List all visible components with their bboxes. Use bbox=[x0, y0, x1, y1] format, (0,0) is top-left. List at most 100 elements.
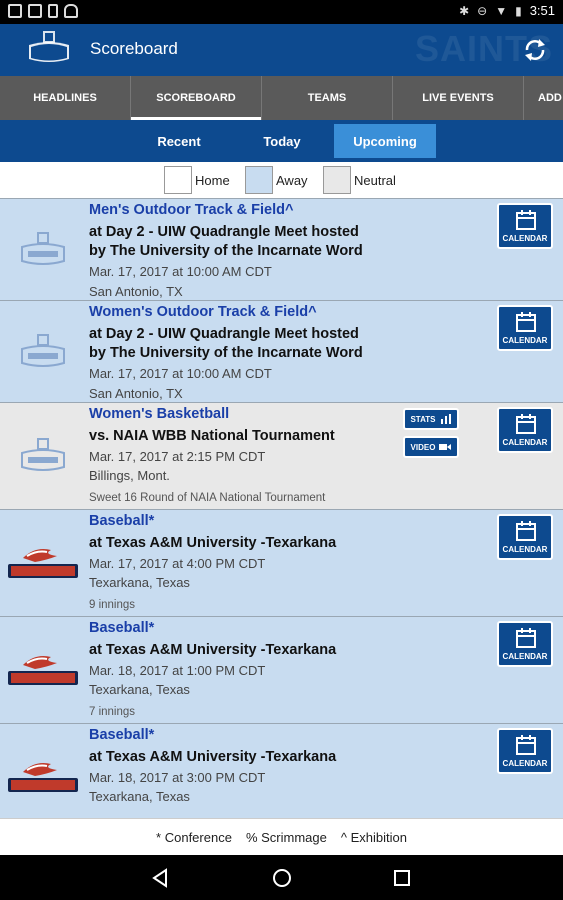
bar-chart-icon bbox=[440, 414, 451, 424]
calendar-icon bbox=[516, 414, 536, 434]
sport-name: Baseball* bbox=[89, 727, 155, 743]
saints-logo[interactable] bbox=[25, 29, 73, 69]
event-note: 7 innings bbox=[89, 706, 136, 718]
legend-home: Home bbox=[164, 166, 230, 194]
system-navigation-bar bbox=[0, 855, 563, 900]
status-bar: ✱ ⊖ ▼ ▮ 3:51 bbox=[0, 0, 563, 24]
opponent: at Texas A&M University -Texarkana bbox=[89, 749, 337, 765]
list-item[interactable]: Baseball* at Texas A&M University -Texar… bbox=[0, 723, 563, 818]
stats-button[interactable]: STATS bbox=[403, 408, 459, 430]
tab-scoreboard[interactable]: SCOREBOARD bbox=[131, 76, 262, 120]
event-datetime: Mar. 17, 2017 at 4:00 PM CDT bbox=[89, 556, 266, 571]
event-location: San Antonio, TX bbox=[89, 386, 183, 401]
calendar-icon bbox=[516, 628, 536, 648]
subtab-upcoming[interactable]: Upcoming bbox=[334, 124, 436, 158]
calendar-button[interactable]: CALENDAR bbox=[497, 305, 553, 351]
opponent: at Day 2 - UIW Quadrangle Meet hosted by… bbox=[89, 224, 363, 259]
back-icon[interactable] bbox=[150, 867, 172, 889]
home-icon[interactable] bbox=[271, 867, 293, 889]
clock: 3:51 bbox=[529, 3, 555, 18]
calendar-icon bbox=[516, 521, 536, 541]
schedule-filter-tabs: Recent Today Upcoming bbox=[0, 120, 563, 162]
calendar-label: CALENDAR bbox=[502, 545, 548, 554]
bluetooth-icon: ✱ bbox=[459, 3, 470, 18]
eagles-logo bbox=[8, 656, 78, 685]
symbol-key: * Conference % Scrimmage ^ Exhibition bbox=[0, 818, 563, 855]
event-location: Texarkana, Texas bbox=[89, 575, 190, 590]
refresh-icon[interactable] bbox=[521, 36, 549, 64]
calendar-button[interactable]: CALENDAR bbox=[497, 514, 553, 560]
calendar-button[interactable]: CALENDAR bbox=[497, 728, 553, 774]
opponent: vs. NAIA WBB National Tournament bbox=[89, 428, 335, 444]
page-title: Scoreboard bbox=[90, 39, 178, 58]
location-legend: Home Away Neutral bbox=[0, 162, 563, 198]
event-list: Men's Outdoor Track & Field^ at Day 2 - … bbox=[0, 198, 563, 818]
sport-name: Women's Outdoor Track & Field^ bbox=[89, 304, 317, 320]
legend-away: Away bbox=[245, 166, 308, 194]
calendar-button[interactable]: CALENDAR bbox=[497, 621, 553, 667]
list-item[interactable]: Baseball* at Texas A&M University -Texar… bbox=[0, 616, 563, 723]
opponent: at Day 2 - UIW Quadrangle Meet hosted by… bbox=[89, 326, 363, 361]
tab-add[interactable]: ADD bbox=[524, 76, 563, 120]
event-datetime: Mar. 18, 2017 at 1:00 PM CDT bbox=[89, 663, 266, 678]
tab-headlines[interactable]: HEADLINES bbox=[0, 76, 131, 120]
list-item[interactable]: Baseball* at Texas A&M University -Texar… bbox=[0, 509, 563, 616]
calendar-icon bbox=[516, 735, 536, 755]
sport-name: Men's Outdoor Track & Field^ bbox=[89, 202, 294, 218]
calendar-icon bbox=[516, 312, 536, 332]
sport-name: Baseball* bbox=[89, 620, 155, 636]
event-datetime: Mar. 17, 2017 at 10:00 AM CDT bbox=[89, 264, 272, 279]
stats-label: STATS bbox=[410, 414, 436, 424]
eagles-logo bbox=[8, 763, 78, 792]
event-location: Billings, Mont. bbox=[89, 468, 170, 483]
scrimmage-key: % Scrimmage bbox=[245, 829, 327, 845]
minus-circle-icon: ⊖ bbox=[477, 3, 488, 18]
event-note: 9 innings bbox=[89, 599, 136, 611]
calendar-label: CALENDAR bbox=[502, 234, 548, 243]
event-location: San Antonio, TX bbox=[89, 284, 183, 299]
calendar-button[interactable]: CALENDAR bbox=[497, 203, 553, 249]
list-item[interactable]: Women's Basketball vs. NAIA WBB National… bbox=[0, 402, 563, 509]
android-notification-icon bbox=[64, 4, 78, 18]
calendar-button[interactable]: CALENDAR bbox=[497, 407, 553, 453]
saints-logo bbox=[21, 438, 65, 471]
legend-away-label: Away bbox=[276, 172, 308, 188]
battery-icon: ▮ bbox=[515, 3, 522, 18]
exhibition-key: ^ Exhibition bbox=[340, 829, 407, 845]
saints-logo bbox=[21, 334, 65, 367]
phone-notification-icon bbox=[48, 4, 58, 18]
opponent: at Texas A&M University -Texarkana bbox=[89, 642, 337, 658]
photo-notification-icon bbox=[8, 4, 22, 18]
wifi-icon: ▼ bbox=[495, 3, 508, 18]
subtab-today[interactable]: Today bbox=[232, 124, 332, 158]
recents-icon[interactable] bbox=[391, 867, 413, 889]
tab-live-events[interactable]: LIVE EVENTS bbox=[393, 76, 524, 120]
main-tabs: HEADLINES SCOREBOARD TEAMS LIVE EVENTS A… bbox=[0, 76, 563, 120]
legend-neutral-label: Neutral bbox=[354, 172, 396, 188]
event-datetime: Mar. 17, 2017 at 10:00 AM CDT bbox=[89, 366, 272, 381]
list-item[interactable]: Women's Outdoor Track & Field^ at Day 2 … bbox=[0, 300, 563, 402]
calendar-label: CALENDAR bbox=[502, 336, 548, 345]
sport-name: Women's Basketball bbox=[89, 406, 230, 422]
list-item[interactable]: Men's Outdoor Track & Field^ at Day 2 - … bbox=[0, 198, 563, 300]
calendar-label: CALENDAR bbox=[502, 438, 548, 447]
sport-name: Baseball* bbox=[89, 513, 155, 529]
legend-neutral-swatch bbox=[323, 166, 351, 194]
keyboard-notification-icon bbox=[28, 4, 42, 18]
opponent: at Texas A&M University -Texarkana bbox=[89, 535, 337, 551]
legend-home-swatch bbox=[164, 166, 192, 194]
app-bar: Scoreboard SAINTS bbox=[0, 24, 563, 76]
calendar-icon bbox=[516, 210, 536, 230]
legend-home-label: Home bbox=[195, 172, 230, 188]
event-datetime: Mar. 17, 2017 at 2:15 PM CDT bbox=[89, 449, 266, 464]
conference-key: * Conference bbox=[156, 829, 232, 845]
event-note: Sweet 16 Round of NAIA National Tourname… bbox=[89, 492, 326, 504]
subtab-recent[interactable]: Recent bbox=[128, 124, 230, 158]
legend-away-swatch bbox=[245, 166, 273, 194]
event-location: Texarkana, Texas bbox=[89, 789, 190, 804]
legend-neutral: Neutral bbox=[323, 166, 396, 194]
video-button[interactable]: VIDEO bbox=[403, 436, 459, 458]
event-datetime: Mar. 18, 2017 at 3:00 PM CDT bbox=[89, 770, 266, 785]
tab-teams[interactable]: TEAMS bbox=[262, 76, 393, 120]
calendar-label: CALENDAR bbox=[502, 652, 548, 661]
